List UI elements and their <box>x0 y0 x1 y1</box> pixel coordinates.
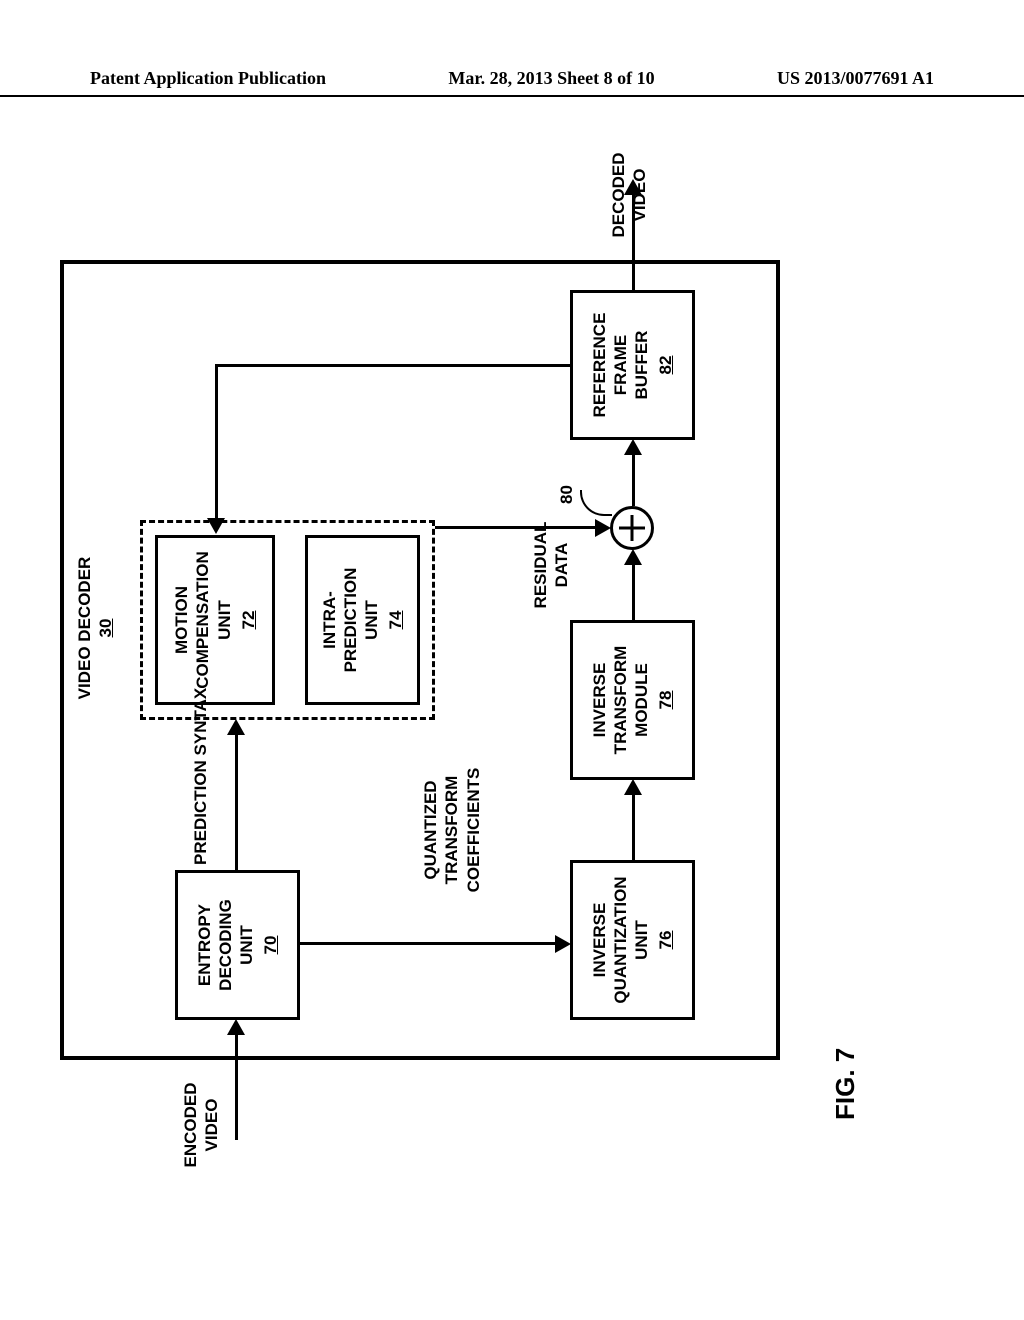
reference-frame-buffer: REFERENCE FRAME BUFFER 82 <box>570 290 695 440</box>
prediction-syntax-label: PREDICTION SYNTAX <box>190 688 211 865</box>
sum-ref: 80 <box>556 485 577 504</box>
arrow <box>215 364 218 520</box>
page-header: Patent Application Publication Mar. 28, … <box>0 68 1024 97</box>
arrow-head <box>624 179 642 195</box>
arrow-head <box>624 779 642 795</box>
output-label: DECODED VIDEO <box>608 140 651 250</box>
input-label: ENCODED VIDEO <box>180 1070 223 1180</box>
arrow <box>632 454 635 506</box>
header-center: Mar. 28, 2013 Sheet 8 of 10 <box>448 68 654 89</box>
header-right: US 2013/0077691 A1 <box>777 68 934 89</box>
arrow-head <box>227 719 245 735</box>
arrow-head <box>555 935 571 953</box>
inverse-quantization-unit: INVERSE QUANTIZATION UNIT 76 <box>570 860 695 1020</box>
arrow <box>235 1035 238 1140</box>
arrow-head <box>227 1019 245 1035</box>
arrow <box>435 526 597 529</box>
summation-node <box>610 506 654 550</box>
arrow <box>632 195 635 290</box>
arrow <box>215 364 570 367</box>
arrow-head <box>624 439 642 455</box>
entropy-decoding-unit: ENTROPY DECODING UNIT 70 <box>175 870 300 1020</box>
block-diagram: VIDEO DECODER 30 ENCODED VIDEO DECODED V… <box>60 220 880 1120</box>
arrow-head <box>624 549 642 565</box>
arrow-head <box>207 518 225 534</box>
quantized-coeff-label: QUANTIZED TRANSFORM COEFFICIENTS <box>420 755 484 905</box>
decoder-title: VIDEO DECODER 30 <box>74 528 117 728</box>
figure-label: FIG. 7 <box>830 1048 861 1120</box>
arrow <box>632 565 635 620</box>
intra-prediction-unit: INTRA- PREDICTION UNIT 74 <box>305 535 420 705</box>
arrow <box>300 942 555 945</box>
inverse-transform-module: INVERSE TRANSFORM MODULE 78 <box>570 620 695 780</box>
motion-compensation-unit: MOTION COMPENSATION UNIT 72 <box>155 535 275 705</box>
header-left: Patent Application Publication <box>90 68 326 89</box>
arrow <box>632 795 635 860</box>
arrow <box>235 735 238 870</box>
arrow-head <box>595 519 611 537</box>
